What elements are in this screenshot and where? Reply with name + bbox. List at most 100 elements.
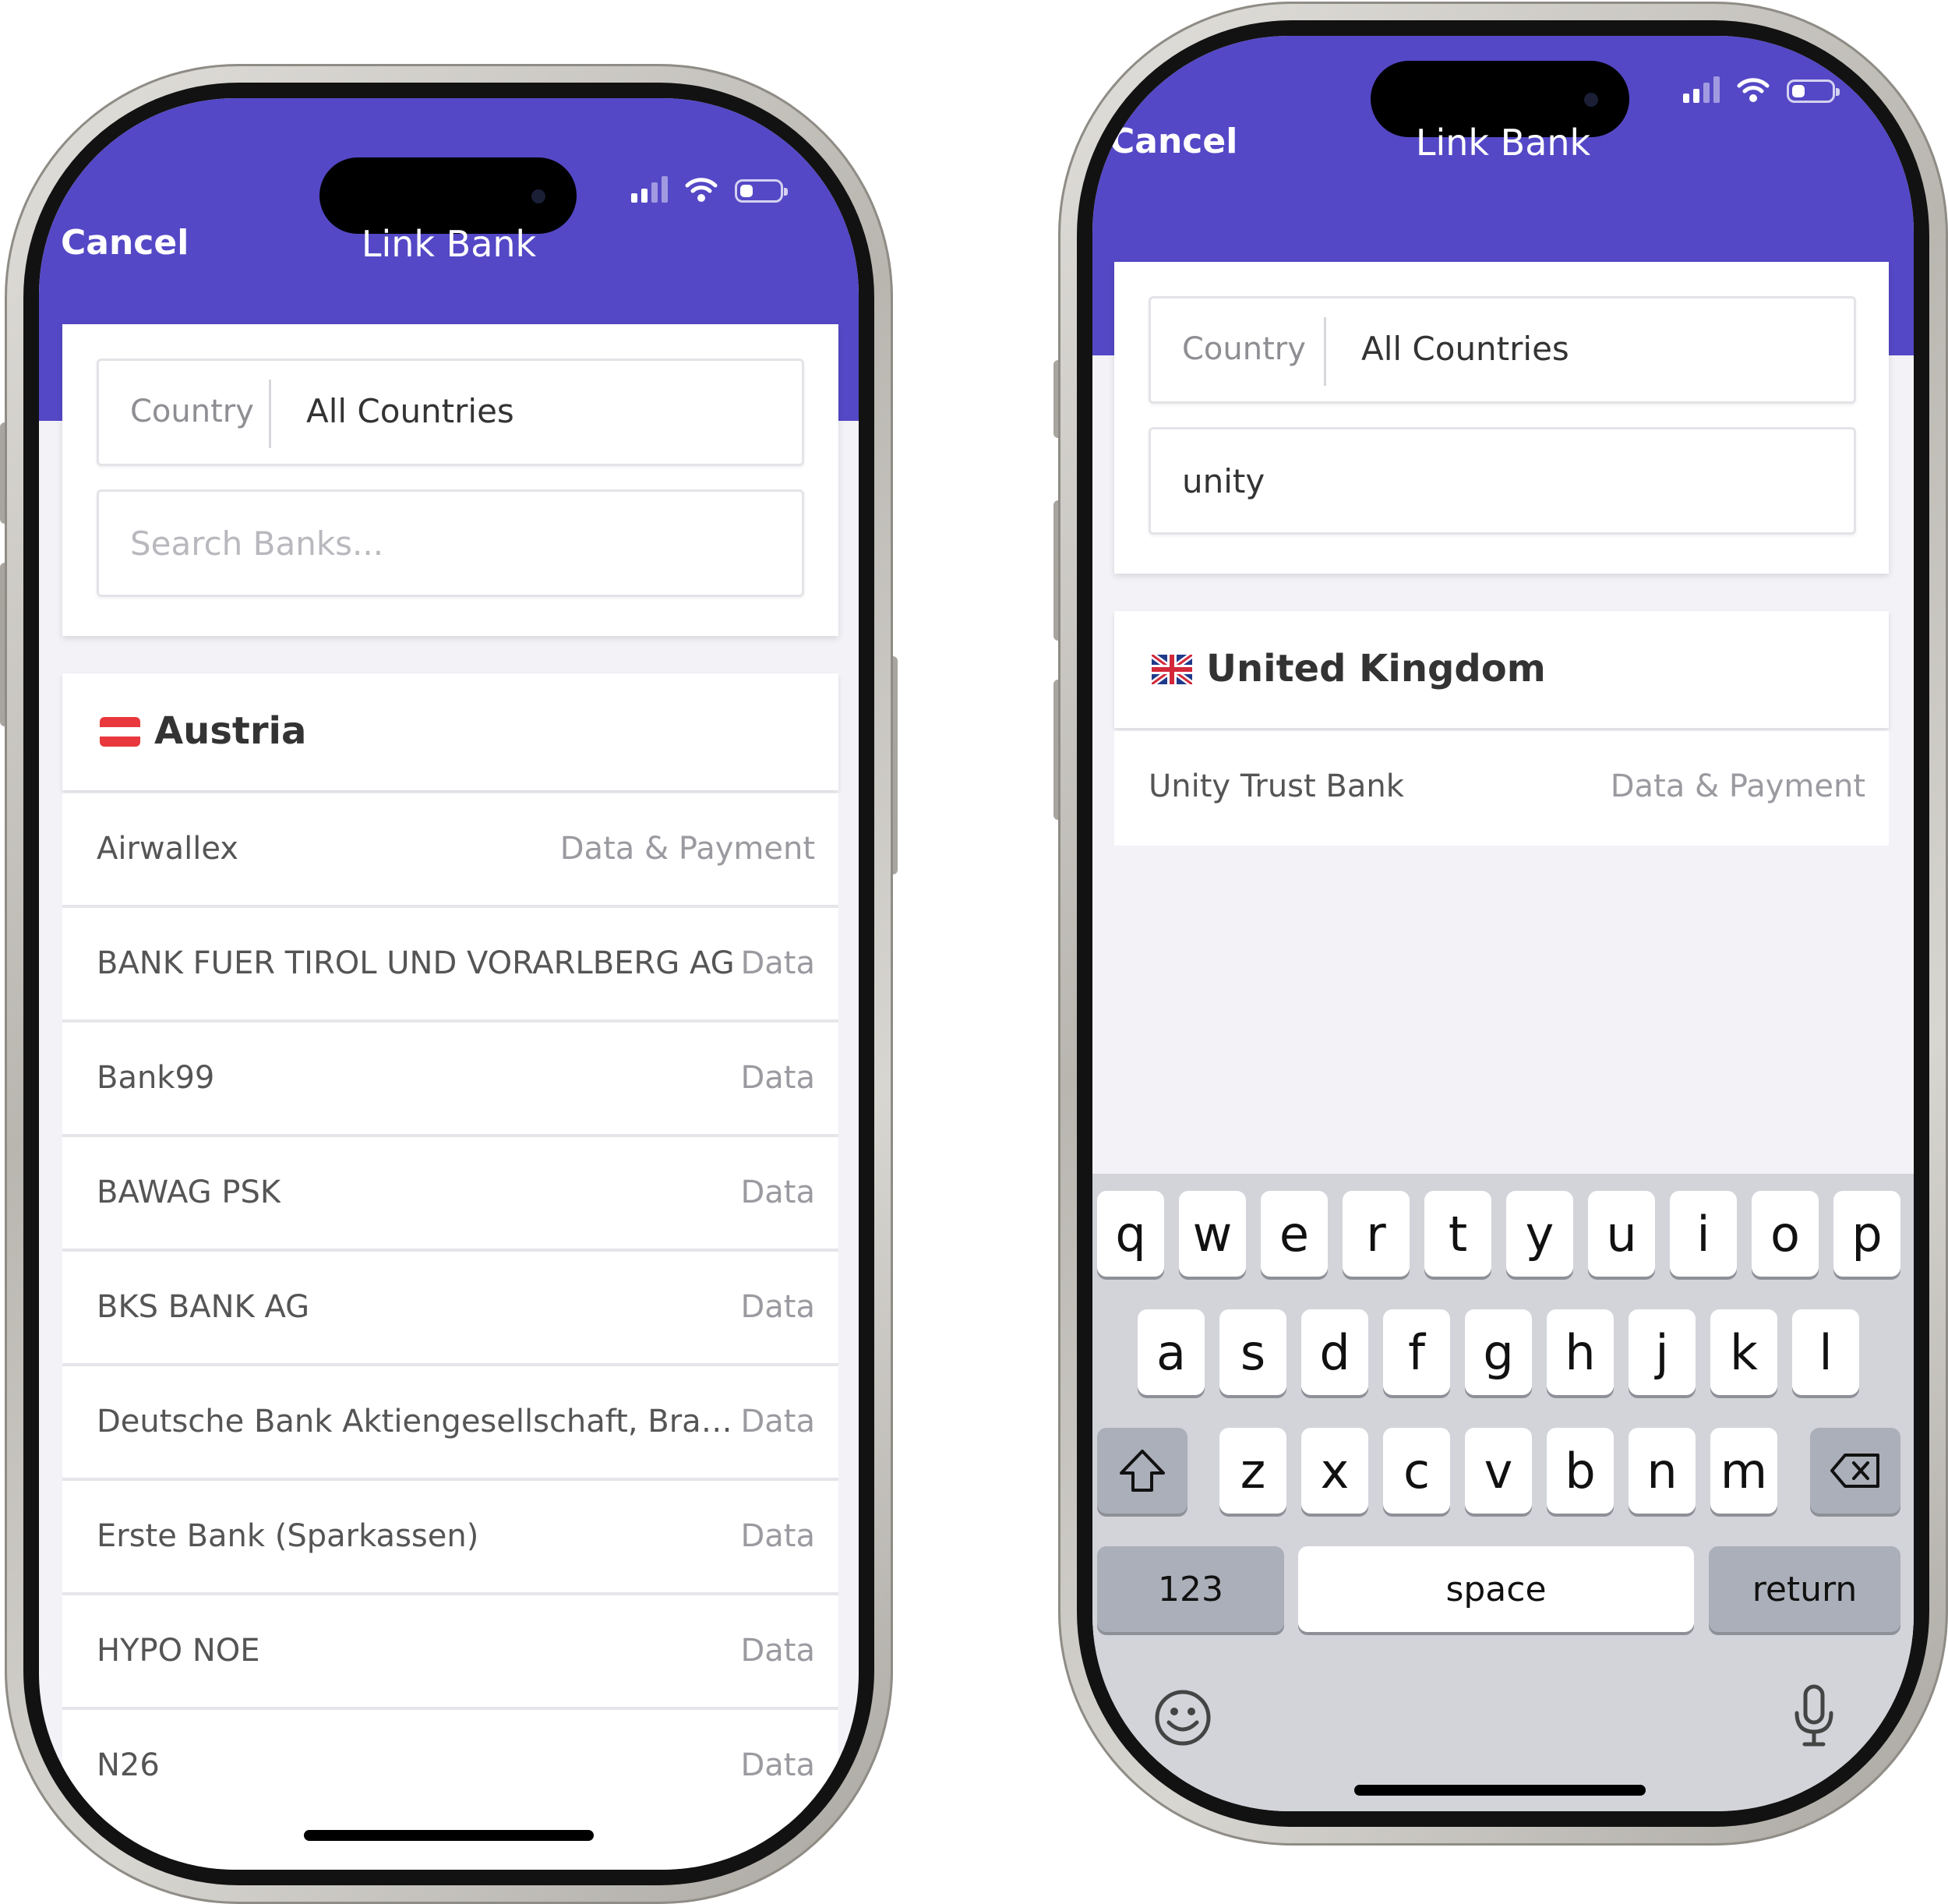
return-key[interactable]: return [1709, 1546, 1900, 1632]
key-k[interactable]: k [1710, 1309, 1777, 1395]
key-t[interactable]: t [1424, 1191, 1491, 1277]
key-q[interactable]: q [1097, 1191, 1164, 1277]
key-z[interactable]: z [1219, 1428, 1286, 1514]
home-indicator[interactable] [304, 1830, 594, 1841]
austria-flag-icon [100, 717, 140, 747]
bank-row[interactable]: BAWAG PSK Data [62, 1137, 838, 1252]
status-bar-icons [631, 176, 788, 203]
microphone-icon[interactable] [1792, 1683, 1836, 1749]
bank-name: Airwallex [97, 831, 238, 867]
section-header-united-kingdom: United Kingdom [1114, 611, 1889, 728]
section-header-austria: Austria [62, 673, 838, 790]
field-divider [269, 380, 271, 448]
search-input[interactable]: unity [1149, 427, 1856, 535]
country-value: All Countries [1361, 330, 1569, 368]
bank-list: Unity Trust Bank Data & Payment [1114, 731, 1889, 846]
search-value: unity [1182, 462, 1265, 500]
key-o[interactable]: o [1752, 1191, 1819, 1277]
bank-row[interactable]: Unity Trust Bank Data & Payment [1114, 731, 1889, 846]
key-f[interactable]: f [1383, 1309, 1450, 1395]
right-phone: Cancel Link Bank Country All Countries u… [1053, 2, 1948, 1846]
key-c[interactable]: c [1383, 1428, 1450, 1514]
bank-name: Erste Bank (Sparkassen) [97, 1518, 479, 1554]
phone-screen: Cancel Link Bank Country All Countries u… [1092, 36, 1914, 1811]
home-indicator[interactable] [1354, 1785, 1646, 1796]
bank-type: Data [740, 1289, 815, 1325]
delete-key[interactable] [1810, 1428, 1900, 1514]
emoji-icon[interactable] [1153, 1688, 1212, 1747]
bank-type: Data [740, 945, 815, 981]
page-title: Link Bank [361, 223, 537, 265]
filter-card: Country All Countries unity [1114, 262, 1889, 574]
bank-type: Data [740, 1060, 815, 1096]
wifi-icon [685, 178, 718, 202]
key-i[interactable]: i [1670, 1191, 1737, 1277]
bank-row[interactable]: BANK FUER TIROL UND VORARLBERG AG Data [62, 908, 838, 1023]
camera-icon [531, 189, 545, 203]
bank-row[interactable]: HYPO NOE Data [62, 1595, 838, 1710]
signal-icon [631, 176, 668, 203]
bank-name: HYPO NOE [97, 1633, 260, 1669]
bank-type: Data [740, 1747, 815, 1783]
country-selector[interactable]: Country All Countries [97, 359, 804, 466]
country-value: All Countries [306, 392, 514, 430]
bank-row[interactable]: Airwallex Data & Payment [62, 793, 838, 908]
country-label: Country [1182, 331, 1306, 367]
key-u[interactable]: u [1588, 1191, 1655, 1277]
status-bar-icons [1683, 76, 1840, 103]
left-phone: Cancel Link Bank Country All Countries S… [0, 64, 898, 1904]
bank-type: Data [740, 1633, 815, 1669]
bank-type: Data [740, 1175, 815, 1210]
bank-row[interactable]: Bank99 Data [62, 1023, 838, 1137]
country-label: Country [130, 394, 254, 429]
key-x[interactable]: x [1301, 1428, 1368, 1514]
country-selector[interactable]: Country All Countries [1149, 296, 1856, 404]
battery-icon [1787, 79, 1840, 103]
key-m[interactable]: m [1710, 1428, 1777, 1514]
bank-row[interactable]: BKS BANK AG Data [62, 1252, 838, 1366]
battery-icon [735, 179, 788, 203]
numbers-key[interactable]: 123 [1097, 1546, 1284, 1632]
shift-key[interactable] [1097, 1428, 1188, 1514]
bank-name: Unity Trust Bank [1149, 768, 1404, 804]
key-g[interactable]: g [1465, 1309, 1532, 1395]
search-input[interactable]: Search Banks... [97, 489, 804, 597]
key-y[interactable]: y [1506, 1191, 1573, 1277]
camera-icon [1584, 93, 1598, 107]
bank-row[interactable]: Deutsche Bank Aktiengesellschaft, Branc…… [62, 1366, 838, 1481]
delete-icon [1830, 1454, 1879, 1488]
key-h[interactable]: h [1547, 1309, 1614, 1395]
filter-card: Country All Countries Search Banks... [62, 324, 838, 636]
key-d[interactable]: d [1301, 1309, 1368, 1395]
key-w[interactable]: w [1179, 1191, 1246, 1277]
key-p[interactable]: p [1833, 1191, 1900, 1277]
key-r[interactable]: r [1343, 1191, 1410, 1277]
wifi-icon [1737, 78, 1770, 102]
bank-list: Airwallex Data & Payment BANK FUER TIROL… [62, 793, 838, 1825]
key-v[interactable]: v [1465, 1428, 1532, 1514]
bank-name: N26 [97, 1747, 160, 1783]
phone-screen: Cancel Link Bank Country All Countries S… [39, 98, 859, 1870]
bank-row[interactable]: N26 Data [62, 1710, 838, 1825]
bank-type: Data [740, 1518, 815, 1554]
page-title: Link Bank [1415, 122, 1591, 164]
uk-flag-icon [1152, 655, 1192, 684]
search-placeholder: Search Banks... [130, 525, 384, 563]
keyboard: q w e r t y u i o p a s d f g h j k l z … [1092, 1174, 1914, 1811]
key-l[interactable]: l [1792, 1309, 1859, 1395]
space-key[interactable]: space [1298, 1546, 1694, 1632]
bank-type: Data & Payment [559, 831, 815, 867]
bank-name: Bank99 [97, 1060, 215, 1096]
key-s[interactable]: s [1219, 1309, 1286, 1395]
bank-type: Data [740, 1404, 815, 1439]
key-j[interactable]: j [1629, 1309, 1696, 1395]
signal-icon [1683, 76, 1720, 103]
key-e[interactable]: e [1261, 1191, 1328, 1277]
key-b[interactable]: b [1547, 1428, 1614, 1514]
key-n[interactable]: n [1629, 1428, 1696, 1514]
shift-icon [1120, 1450, 1165, 1492]
bank-name: Deutsche Bank Aktiengesellschaft, Branc… [97, 1404, 736, 1439]
bank-type: Data & Payment [1610, 768, 1865, 804]
key-a[interactable]: a [1138, 1309, 1205, 1395]
bank-row[interactable]: Erste Bank (Sparkassen) Data [62, 1481, 838, 1595]
